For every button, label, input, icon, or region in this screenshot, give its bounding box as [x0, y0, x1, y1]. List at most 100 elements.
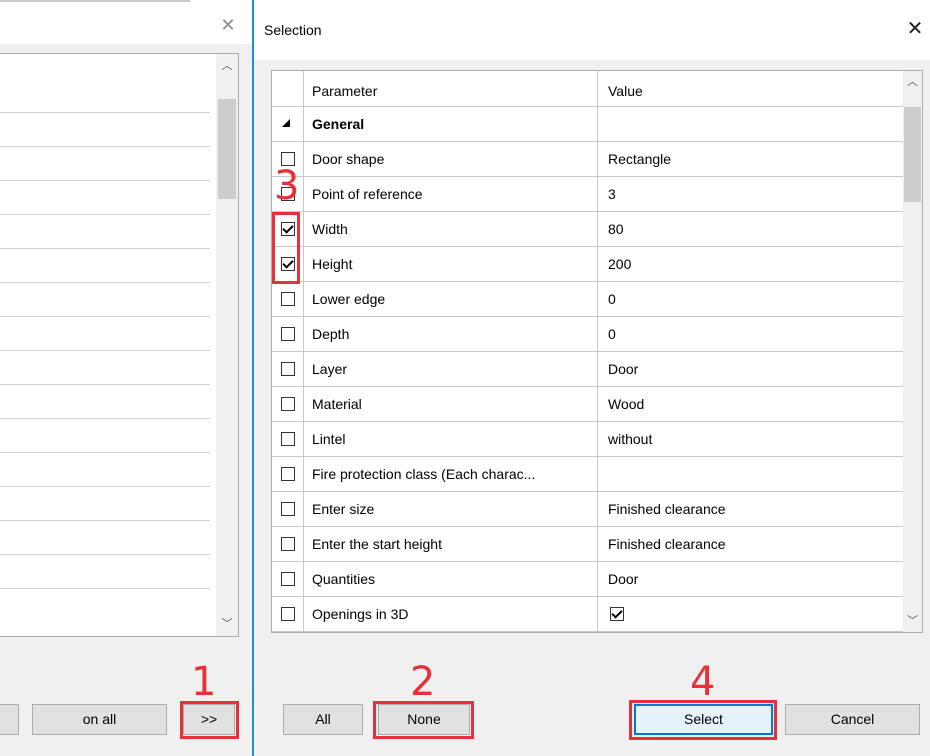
group-row-general[interactable]: General	[272, 107, 904, 142]
table-row[interactable]: Width 80	[272, 212, 904, 247]
left-dialog: ✕ ︿ ﹀ on all >>	[0, 0, 252, 756]
row-checkbox[interactable]	[281, 537, 295, 551]
value-cell[interactable]: Finished clearance	[608, 501, 726, 517]
row-checkbox[interactable]	[281, 607, 295, 621]
list-item[interactable]	[0, 113, 210, 147]
row-checkbox[interactable]	[281, 362, 295, 376]
selection-titlebar: Selection ✕	[254, 0, 930, 60]
close-icon[interactable]: ✕	[219, 16, 237, 34]
value-cell[interactable]: Door	[608, 361, 638, 377]
table-row[interactable]: Depth 0	[272, 317, 904, 352]
grid-scrollbar[interactable]: ︿ ﹀	[903, 71, 922, 632]
table-row[interactable]: Lintel without	[272, 422, 904, 457]
parameter-cell: Depth	[312, 326, 350, 342]
list-item[interactable]	[0, 147, 210, 181]
column-header-value[interactable]: Value	[608, 83, 643, 99]
list-item[interactable]	[0, 419, 210, 453]
value-cell[interactable]: 0	[608, 326, 616, 342]
column-header-parameter[interactable]: Parameter	[312, 83, 377, 99]
annotation-box-2	[373, 701, 474, 739]
title-fragment	[0, 0, 190, 8]
row-checkbox[interactable]	[281, 292, 295, 306]
annotation-box-4	[629, 700, 777, 740]
value-cell[interactable]: Finished clearance	[608, 536, 726, 552]
left-list[interactable]: ︿ ﹀	[0, 53, 239, 637]
scroll-thumb[interactable]	[218, 99, 236, 199]
annotation-number-2: 2	[410, 659, 436, 705]
table-row[interactable]: Openings in 3D	[272, 597, 904, 632]
list-item[interactable]	[0, 453, 210, 487]
parameter-cell: Lintel	[312, 431, 346, 447]
parameter-cell: Material	[312, 396, 362, 412]
annotation-number-1: 1	[191, 659, 217, 705]
chevron-up-icon[interactable]: ︿	[216, 56, 238, 76]
list-item[interactable]	[0, 181, 210, 215]
list-item[interactable]	[0, 249, 210, 283]
row-checkbox[interactable]	[281, 572, 295, 586]
table-row[interactable]: Point of reference 3	[272, 177, 904, 212]
parameter-cell: Width	[312, 221, 348, 237]
table-row[interactable]: Quantities Door	[272, 562, 904, 597]
on-all-button[interactable]: on all	[32, 704, 167, 735]
value-cell[interactable]: without	[608, 431, 652, 447]
scroll-thumb[interactable]	[904, 107, 921, 202]
table-row[interactable]: Material Wood	[272, 387, 904, 422]
list-item[interactable]	[0, 487, 210, 521]
value-cell[interactable]: 0	[608, 291, 616, 307]
value-cell[interactable]: Rectangle	[608, 151, 671, 167]
parameter-cell: Lower edge	[312, 291, 386, 307]
list-item[interactable]	[0, 79, 210, 113]
value-checkbox[interactable]	[610, 607, 624, 621]
table-row[interactable]: Height 200	[272, 247, 904, 282]
table-row[interactable]: Layer Door	[272, 352, 904, 387]
list-item[interactable]	[0, 555, 210, 589]
triangle-collapse-icon[interactable]	[282, 119, 290, 127]
chevron-down-icon[interactable]: ﹀	[903, 612, 922, 630]
annotation-box-3	[272, 212, 300, 284]
parameter-cell: Layer	[312, 361, 348, 377]
dialog-title: Selection	[264, 22, 322, 38]
parameter-cell: Door shape	[312, 151, 385, 167]
value-cell[interactable]: Wood	[608, 396, 644, 412]
parameter-cell: Enter size	[312, 501, 375, 517]
left-list-rows	[0, 79, 210, 589]
parameter-cell: Fire protection class (Each charac...	[312, 466, 536, 482]
list-item[interactable]	[0, 385, 210, 419]
row-checkbox[interactable]	[281, 327, 295, 341]
annotation-number-4: 4	[690, 659, 716, 705]
table-row[interactable]: Door shape Rectangle	[272, 142, 904, 177]
list-item[interactable]	[0, 351, 210, 385]
parameter-cell: Quantities	[312, 571, 376, 587]
list-item[interactable]	[0, 215, 210, 249]
row-checkbox[interactable]	[281, 467, 295, 481]
list-item[interactable]	[0, 521, 210, 555]
value-cell[interactable]: 3	[608, 186, 616, 202]
left-scrollbar[interactable]: ︿ ﹀	[216, 54, 238, 636]
parameter-cell: Openings in 3D	[312, 606, 409, 622]
table-row[interactable]: Enter size Finished clearance	[272, 492, 904, 527]
chevron-up-icon[interactable]: ︿	[903, 73, 922, 91]
parameter-cell: Height	[312, 256, 353, 272]
value-cell[interactable]: 80	[608, 221, 624, 237]
all-button[interactable]: All	[283, 704, 363, 735]
selection-dialog: Selection ✕ Parameter Value General Door…	[254, 0, 930, 756]
partial-button[interactable]	[0, 704, 19, 735]
close-icon[interactable]: ✕	[905, 19, 925, 39]
table-row[interactable]: Enter the start height Finished clearance	[272, 527, 904, 562]
table-row[interactable]: Lower edge 0	[272, 282, 904, 317]
table-row[interactable]: Fire protection class (Each charac...	[272, 457, 904, 492]
row-checkbox[interactable]	[281, 432, 295, 446]
value-cell[interactable]: 200	[608, 256, 631, 272]
row-checkbox[interactable]	[281, 397, 295, 411]
list-item[interactable]	[0, 283, 210, 317]
annotation-box-1	[180, 701, 239, 739]
cancel-button[interactable]: Cancel	[785, 704, 920, 735]
value-cell[interactable]: Door	[608, 571, 638, 587]
grid-header: Parameter Value	[272, 71, 904, 107]
list-item[interactable]	[0, 317, 210, 351]
parameter-grid[interactable]: Parameter Value General Door shape Rectan…	[271, 70, 923, 633]
left-dialog-titlebar: ✕	[0, 0, 252, 44]
chevron-down-icon[interactable]: ﹀	[216, 614, 238, 634]
row-checkbox[interactable]	[281, 502, 295, 516]
group-label: General	[312, 116, 365, 132]
